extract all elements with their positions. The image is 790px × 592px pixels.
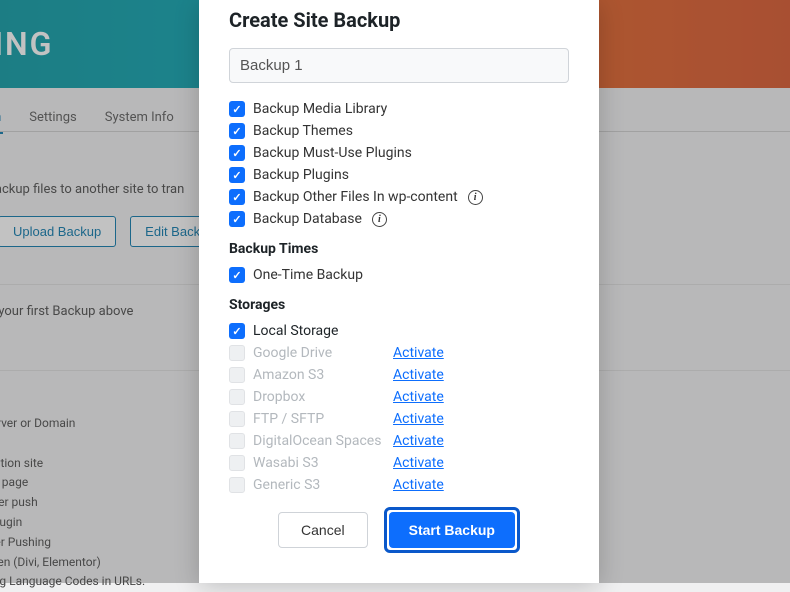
checkbox-icon[interactable] xyxy=(229,189,245,205)
backup-name-input[interactable] xyxy=(229,48,569,83)
option-label: Backup Themes xyxy=(253,123,353,139)
checkbox-icon xyxy=(229,411,245,427)
checkbox-icon xyxy=(229,433,245,449)
activate-link[interactable]: Activate xyxy=(393,367,444,383)
info-icon[interactable]: i xyxy=(468,190,483,205)
option-label: Backup Media Library xyxy=(253,101,387,117)
storage-row: DropboxActivate xyxy=(229,389,569,405)
checkbox-icon xyxy=(229,455,245,471)
option-label: Backup Other Files In wp-content xyxy=(253,189,458,205)
info-icon[interactable]: i xyxy=(372,212,387,227)
activate-link[interactable]: Activate xyxy=(393,477,444,493)
checkbox-icon[interactable] xyxy=(229,211,245,227)
storage-row: Google DriveActivate xyxy=(229,345,569,361)
storage-row: DigitalOcean SpacesActivate xyxy=(229,433,569,449)
backup-times-heading: Backup Times xyxy=(229,241,569,257)
modal-footer: Cancel Start Backup xyxy=(229,507,569,553)
storage-label: Generic S3 xyxy=(253,477,393,493)
activate-link[interactable]: Activate xyxy=(393,345,444,361)
storage-row[interactable]: Local Storage xyxy=(229,323,569,339)
storage-row: FTP / SFTPActivate xyxy=(229,411,569,427)
start-backup-highlight: Start Backup xyxy=(384,507,520,553)
backup-option-row[interactable]: Backup Must-Use Plugins xyxy=(229,145,569,161)
option-label: Backup Database xyxy=(253,211,362,227)
storage-row: Amazon S3Activate xyxy=(229,367,569,383)
backup-option-row[interactable]: Backup Database i xyxy=(229,211,569,227)
storage-label: Amazon S3 xyxy=(253,367,393,383)
cancel-button[interactable]: Cancel xyxy=(278,512,368,548)
checkbox-icon[interactable] xyxy=(229,323,245,339)
activate-link[interactable]: Activate xyxy=(393,411,444,427)
backup-option-row[interactable]: Backup Media Library xyxy=(229,101,569,117)
checkbox-icon xyxy=(229,477,245,493)
storage-row: Wasabi S3Activate xyxy=(229,455,569,471)
activate-link[interactable]: Activate xyxy=(393,433,444,449)
storage-label: Local Storage xyxy=(253,323,393,339)
activate-link[interactable]: Activate xyxy=(393,455,444,471)
backup-options: Backup Media Library Backup Themes Backup … xyxy=(229,101,569,227)
one-time-backup-row[interactable]: One-Time Backup xyxy=(229,267,569,283)
activate-link[interactable]: Activate xyxy=(393,389,444,405)
option-label: Backup Must-Use Plugins xyxy=(253,145,412,161)
checkbox-icon xyxy=(229,389,245,405)
storages-list: Local StorageGoogle DriveActivateAmazon … xyxy=(229,323,569,493)
storage-label: Google Drive xyxy=(253,345,393,361)
storage-label: DigitalOcean Spaces xyxy=(253,433,393,449)
option-label: Backup Plugins xyxy=(253,167,349,183)
checkbox-icon[interactable] xyxy=(229,145,245,161)
one-time-label: One-Time Backup xyxy=(253,267,363,283)
storage-label: FTP / SFTP xyxy=(253,411,393,427)
checkbox-icon xyxy=(229,345,245,361)
storage-row: Generic S3Activate xyxy=(229,477,569,493)
modal-title: Create Site Backup xyxy=(229,8,569,32)
checkbox-icon[interactable] xyxy=(229,267,245,283)
start-backup-button[interactable]: Start Backup xyxy=(389,512,515,548)
checkbox-icon[interactable] xyxy=(229,101,245,117)
storages-heading: Storages xyxy=(229,297,569,313)
checkbox-icon[interactable] xyxy=(229,167,245,183)
backup-option-row[interactable]: Backup Other Files In wp-content i xyxy=(229,189,569,205)
checkbox-icon[interactable] xyxy=(229,123,245,139)
storage-label: Wasabi S3 xyxy=(253,455,393,471)
storage-label: Dropbox xyxy=(253,389,393,405)
backup-option-row[interactable]: Backup Themes xyxy=(229,123,569,139)
checkbox-icon xyxy=(229,367,245,383)
create-backup-modal: Create Site Backup Backup Media LibraryB… xyxy=(199,0,599,583)
backup-option-row[interactable]: Backup Plugins xyxy=(229,167,569,183)
